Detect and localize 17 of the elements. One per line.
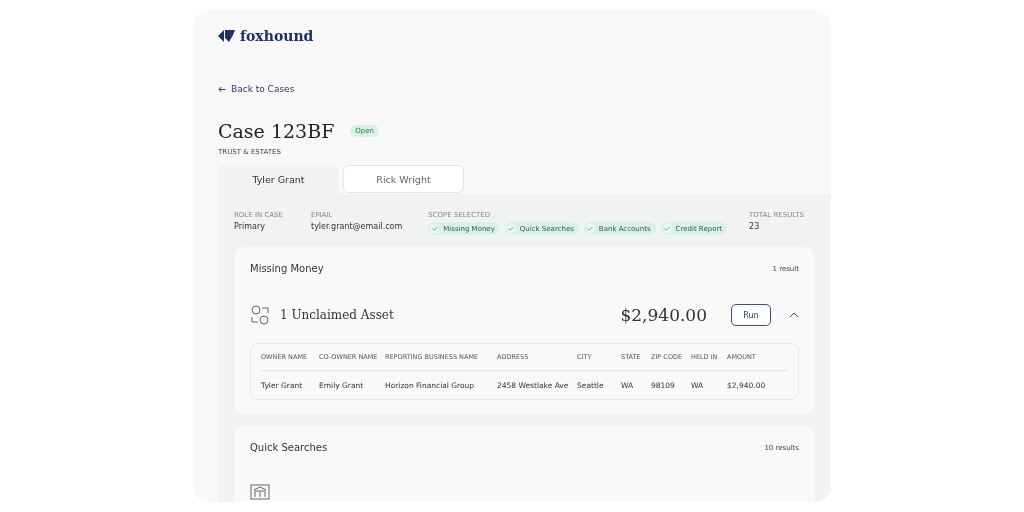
run-button[interactable]: Run <box>731 304 771 326</box>
logo-icon <box>218 30 235 42</box>
bank-icon <box>250 483 270 502</box>
brand-name: foxhound <box>240 28 314 44</box>
field-value: tyler.grant@email.com <box>311 222 403 231</box>
money-search-icon <box>250 305 270 325</box>
back-arrow-icon <box>218 85 226 93</box>
section-title: Missing Money <box>250 263 324 274</box>
section-title: Quick Searches <box>250 442 328 453</box>
item-title: 1 Unclaimed Asset <box>280 308 395 322</box>
item-amount: $2,940.00 <box>620 305 707 325</box>
field-value: Primary <box>234 222 266 231</box>
case-title: Case 123BF <box>218 120 335 142</box>
field-value: 23 <box>749 222 761 231</box>
person-tab[interactable]: Tyler Grant <box>218 165 339 194</box>
back-link[interactable]: Back to Cases <box>218 84 806 94</box>
person-tab[interactable]: Rick Wright <box>343 165 464 193</box>
